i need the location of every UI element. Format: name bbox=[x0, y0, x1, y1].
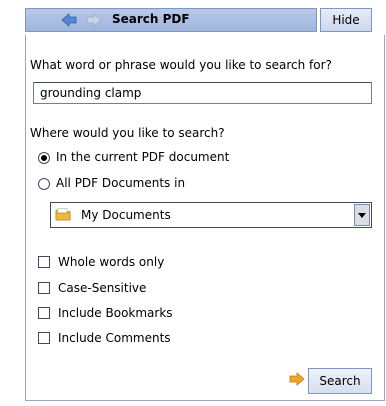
checkbox-whole-words-label[interactable]: Whole words only bbox=[58, 255, 164, 269]
checkbox-include-comments-label[interactable]: Include Comments bbox=[58, 331, 171, 345]
radio-all-pdfs[interactable] bbox=[38, 178, 50, 190]
checkbox-whole-words[interactable] bbox=[38, 256, 50, 268]
checkbox-case-sensitive[interactable] bbox=[38, 282, 50, 294]
radio-all-pdfs-label[interactable]: All PDF Documents in bbox=[56, 176, 185, 190]
panel-border-left bbox=[25, 35, 26, 401]
panel-border-bottom bbox=[25, 400, 385, 401]
search-question-label: What word or phrase would you like to se… bbox=[30, 58, 332, 72]
where-search-label: Where would you like to search? bbox=[30, 126, 225, 140]
radio-current-pdf-label[interactable]: In the current PDF document bbox=[56, 150, 229, 164]
checkbox-include-comments[interactable] bbox=[38, 332, 50, 344]
chevron-down-icon bbox=[358, 212, 366, 218]
location-select-value: My Documents bbox=[81, 208, 171, 222]
checkbox-include-bookmarks-label[interactable]: Include Bookmarks bbox=[58, 306, 173, 320]
search-pdf-panel: Search PDF Hide What word or phrase woul… bbox=[0, 0, 386, 406]
search-button[interactable]: Search bbox=[308, 368, 372, 394]
search-phrase-input[interactable]: grounding clamp bbox=[33, 82, 372, 104]
title-bar: Search PDF bbox=[25, 8, 317, 32]
checkbox-include-bookmarks[interactable] bbox=[38, 307, 50, 319]
panel-border-right bbox=[384, 35, 385, 401]
hide-button[interactable]: Hide bbox=[320, 8, 372, 32]
search-arrow-icon bbox=[289, 372, 305, 386]
back-arrow-icon[interactable] bbox=[61, 13, 77, 27]
forward-arrow-icon[interactable] bbox=[86, 13, 102, 27]
radio-current-pdf[interactable] bbox=[38, 152, 50, 164]
dropdown-arrow-button[interactable] bbox=[354, 204, 370, 226]
location-select[interactable]: My Documents bbox=[50, 202, 372, 228]
checkbox-case-sensitive-label[interactable]: Case-Sensitive bbox=[58, 281, 146, 295]
folder-icon bbox=[55, 208, 71, 221]
panel-title: Search PDF bbox=[112, 12, 190, 26]
search-phrase-value: grounding clamp bbox=[40, 86, 142, 100]
